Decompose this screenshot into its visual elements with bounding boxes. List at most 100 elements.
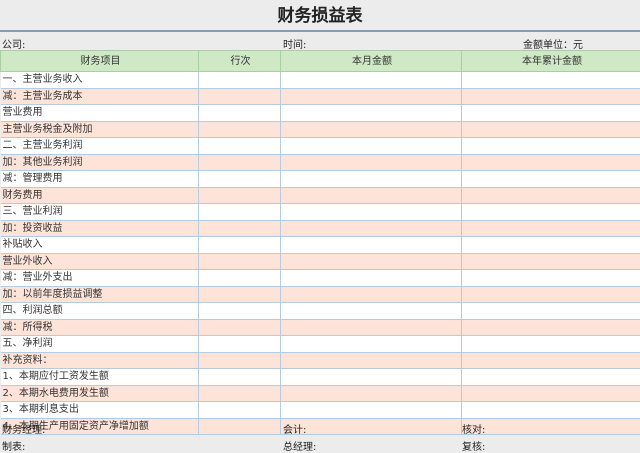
row-month-cell[interactable] bbox=[280, 104, 462, 122]
row-ytd-cell[interactable] bbox=[461, 170, 640, 188]
row-line-cell[interactable] bbox=[198, 335, 281, 353]
row-line-cell[interactable] bbox=[198, 104, 281, 122]
table-row: 补贴收入 bbox=[0, 236, 640, 254]
income-statement-table: 财务项目 行次 本月金额 本年累计金额 一、主营业务收入 减：主营业务成本 营业费用… bbox=[0, 50, 640, 435]
row-month-cell[interactable] bbox=[280, 335, 462, 353]
row-month-cell[interactable] bbox=[280, 203, 462, 221]
row-month-cell[interactable] bbox=[280, 302, 462, 320]
row-line-cell[interactable] bbox=[198, 153, 281, 171]
table-row: 1、本期应付工资发生额 bbox=[0, 368, 640, 386]
row-ytd-cell[interactable] bbox=[461, 153, 640, 171]
row-month-cell[interactable] bbox=[280, 186, 462, 204]
row-line-cell[interactable] bbox=[198, 401, 281, 419]
row-month-cell[interactable] bbox=[280, 269, 462, 287]
row-line-cell[interactable] bbox=[198, 318, 281, 336]
unit-label: 金额单位：元 bbox=[523, 40, 583, 51]
row-month-cell[interactable] bbox=[280, 120, 462, 138]
finance-manager-label: 财务经理: bbox=[2, 425, 46, 436]
row-ytd-cell[interactable] bbox=[461, 335, 640, 353]
row-ytd-cell[interactable] bbox=[461, 203, 640, 221]
table-row: 减：主营业务成本 bbox=[0, 87, 640, 105]
row-line-cell[interactable] bbox=[198, 384, 281, 402]
row-line-cell[interactable] bbox=[198, 137, 281, 155]
row-item-cell: 1、本期应付工资发生额 bbox=[0, 368, 199, 386]
row-line-cell[interactable] bbox=[198, 203, 281, 221]
row-item-cell: 3、本期利息支出 bbox=[0, 401, 199, 419]
row-line-cell[interactable] bbox=[198, 285, 281, 303]
row-line-cell[interactable] bbox=[198, 219, 281, 237]
row-month-cell[interactable] bbox=[280, 219, 462, 237]
row-line-cell[interactable] bbox=[198, 236, 281, 254]
row-month-cell[interactable] bbox=[280, 401, 462, 419]
row-line-cell[interactable] bbox=[198, 120, 281, 138]
row-month-cell[interactable] bbox=[280, 285, 462, 303]
accountant-label: 会计: bbox=[283, 425, 307, 436]
row-ytd-cell[interactable] bbox=[461, 137, 640, 155]
row-ytd-cell[interactable] bbox=[461, 384, 640, 402]
row-item-cell: 四、利润总额 bbox=[0, 302, 199, 320]
row-month-cell[interactable] bbox=[280, 236, 462, 254]
row-line-cell[interactable] bbox=[198, 186, 281, 204]
table-row: 减：所得税 bbox=[0, 318, 640, 336]
row-month-cell[interactable] bbox=[280, 87, 462, 105]
row-item-cell: 一、主营业务收入 bbox=[0, 71, 199, 89]
meta-bar: 公司: 时间: 金额单位：元 bbox=[0, 32, 640, 51]
table-row: 减：营业外支出 bbox=[0, 269, 640, 287]
table-row: 营业费用 bbox=[0, 104, 640, 122]
row-ytd-cell[interactable] bbox=[461, 302, 640, 320]
row-ytd-cell[interactable] bbox=[461, 318, 640, 336]
row-item-cell: 2、本期水电费用发生额 bbox=[0, 384, 199, 402]
row-line-cell[interactable] bbox=[198, 302, 281, 320]
table-row: 四、利润总额 bbox=[0, 302, 640, 320]
row-line-cell[interactable] bbox=[198, 368, 281, 386]
row-item-cell: 加：以前年度损益调整 bbox=[0, 285, 199, 303]
row-item-cell: 减：管理费用 bbox=[0, 170, 199, 188]
row-ytd-cell[interactable] bbox=[461, 71, 640, 89]
row-ytd-cell[interactable] bbox=[461, 351, 640, 369]
row-month-cell[interactable] bbox=[280, 137, 462, 155]
row-line-cell[interactable] bbox=[198, 252, 281, 270]
table-row: 主营业务税金及附加 bbox=[0, 120, 640, 138]
company-label: 公司: bbox=[2, 40, 26, 51]
row-line-cell[interactable] bbox=[198, 71, 281, 89]
row-ytd-cell[interactable] bbox=[461, 87, 640, 105]
row-item-cell: 营业外收入 bbox=[0, 252, 199, 270]
table-row: 三、营业利润 bbox=[0, 203, 640, 221]
general-manager-label: 总经理: bbox=[283, 442, 317, 453]
row-month-cell[interactable] bbox=[280, 71, 462, 89]
row-month-cell[interactable] bbox=[280, 252, 462, 270]
row-ytd-cell[interactable] bbox=[461, 186, 640, 204]
checker-label: 核对: bbox=[462, 425, 486, 436]
column-header-item: 财务项目 bbox=[0, 50, 199, 72]
row-ytd-cell[interactable] bbox=[461, 368, 640, 386]
row-month-cell[interactable] bbox=[280, 318, 462, 336]
row-line-cell[interactable] bbox=[198, 351, 281, 369]
table-row: 3、本期利息支出 bbox=[0, 401, 640, 419]
row-ytd-cell[interactable] bbox=[461, 285, 640, 303]
table-row: 二、主营业务利润 bbox=[0, 137, 640, 155]
row-item-cell: 减：营业外支出 bbox=[0, 269, 199, 287]
row-ytd-cell[interactable] bbox=[461, 104, 640, 122]
row-ytd-cell[interactable] bbox=[461, 252, 640, 270]
row-month-cell[interactable] bbox=[280, 368, 462, 386]
table-row: 财务费用 bbox=[0, 186, 640, 204]
column-header-month: 本月金额 bbox=[280, 50, 462, 72]
row-month-cell[interactable] bbox=[280, 153, 462, 171]
row-ytd-cell[interactable] bbox=[461, 219, 640, 237]
row-month-cell[interactable] bbox=[280, 170, 462, 188]
row-item-cell: 补充资料： bbox=[0, 351, 199, 369]
row-line-cell[interactable] bbox=[198, 87, 281, 105]
row-ytd-cell[interactable] bbox=[461, 120, 640, 138]
row-ytd-cell[interactable] bbox=[461, 236, 640, 254]
row-month-cell[interactable] bbox=[280, 384, 462, 402]
row-ytd-cell[interactable] bbox=[461, 269, 640, 287]
row-item-cell: 补贴收入 bbox=[0, 236, 199, 254]
row-month-cell[interactable] bbox=[280, 351, 462, 369]
row-ytd-cell[interactable] bbox=[461, 401, 640, 419]
table-row: 五、净利润 bbox=[0, 335, 640, 353]
row-line-cell[interactable] bbox=[198, 269, 281, 287]
column-header-ytd: 本年累计金额 bbox=[461, 50, 640, 72]
reviewer-label: 复核: bbox=[462, 442, 486, 453]
row-item-cell: 主营业务税金及附加 bbox=[0, 120, 199, 138]
row-line-cell[interactable] bbox=[198, 170, 281, 188]
